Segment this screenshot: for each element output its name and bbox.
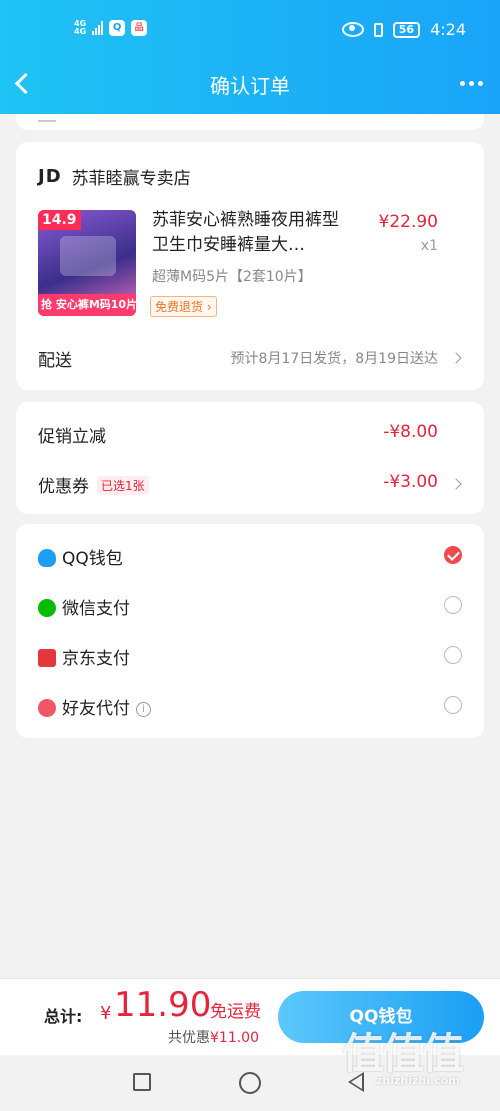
- saved-summary: 共优惠¥11.00: [168, 1027, 259, 1047]
- radio-checked[interactable]: [444, 546, 462, 564]
- promo-amount: -¥8.00: [383, 422, 438, 442]
- coupon-selected-tag: 已选1张: [97, 476, 149, 495]
- product-price: ¥22.90: [378, 212, 438, 232]
- pay-option-wechat[interactable]: 微信支付: [38, 594, 462, 622]
- free-shipping-label: 免运费: [210, 1002, 261, 1022]
- jd-pay-icon: [38, 649, 56, 667]
- shop-header[interactable]: JD 苏菲睦赢专卖店: [38, 164, 191, 189]
- saved-label: 共优惠: [168, 1030, 210, 1046]
- wechat-icon: [38, 599, 56, 617]
- shop-name: 苏菲睦赢专卖店: [71, 169, 191, 189]
- product-spec: 超薄M码5片【2套10片】: [152, 269, 312, 285]
- product-name[interactable]: 苏菲安心裤熟睡夜用裤型卫生巾安睡裤量大…: [152, 208, 352, 258]
- clock: 4:24: [430, 20, 466, 39]
- address-card-bottom[interactable]: [16, 114, 484, 130]
- header-bar: 4G 4G Q 品 56 4:24 确认订单: [0, 0, 500, 114]
- coupon-label: 优惠券: [38, 477, 89, 497]
- nav-bar: 确认订单: [0, 62, 500, 104]
- total-amount: 11.90: [114, 985, 212, 1025]
- status-left: 4G 4G Q 品: [74, 20, 148, 36]
- pdd-app-icon: 品: [131, 20, 148, 36]
- shipping-label: 配送: [38, 351, 72, 371]
- pay-option-label: 好友代付: [62, 699, 130, 719]
- chevron-right-icon: [450, 352, 462, 364]
- radio-unchecked[interactable]: [444, 696, 462, 714]
- jd-logo: JD: [38, 166, 62, 187]
- payment-card: QQ钱包 微信支付 京东支付 好友代付 i: [16, 524, 484, 738]
- shipping-estimate: 预计8月17日发货，8月19日送达: [230, 351, 438, 367]
- thumb-price-badge: 14.9: [38, 210, 81, 230]
- radio-unchecked[interactable]: [444, 646, 462, 664]
- eye-icon: [341, 22, 364, 37]
- qq-app-icon: Q: [109, 20, 126, 36]
- product-thumbnail[interactable]: 14.9 抢 安心裤M码10片: [38, 210, 136, 316]
- shipping-row[interactable]: 配送 预计8月17日发货，8月19日送达: [38, 346, 462, 371]
- page-title: 确认订单: [210, 74, 290, 98]
- pay-option-qq[interactable]: QQ钱包: [38, 544, 462, 572]
- pay-option-jd[interactable]: 京东支付: [38, 644, 462, 672]
- watermark-text: 值值值: [342, 1029, 464, 1078]
- qq-penguin-icon: [38, 549, 56, 567]
- info-icon[interactable]: i: [136, 702, 151, 717]
- order-card: JD 苏菲睦赢专卖店 14.9 抢 安心裤M码10片 苏菲安心裤熟睡夜用裤型卫生…: [16, 142, 484, 390]
- watermark-sub: zhizhizhi.com: [376, 1074, 460, 1087]
- divider: [38, 120, 56, 122]
- pay-option-label: 京东支付: [62, 649, 130, 669]
- total-label: 总计:: [44, 1007, 83, 1026]
- network-indicator: 4G 4G: [74, 20, 86, 36]
- heart-icon: [38, 699, 56, 717]
- status-bar: 4G 4G Q 品 56 4:24: [0, 0, 500, 62]
- pay-option-friend[interactable]: 好友代付 i: [38, 694, 462, 722]
- more-button[interactable]: [456, 70, 486, 96]
- pay-option-label: 微信支付: [62, 599, 130, 619]
- home-button[interactable]: [239, 1072, 261, 1094]
- status-right: 56 4:24: [341, 20, 466, 39]
- promo-label: 促销立减: [38, 427, 106, 447]
- free-return-tag[interactable]: 免费退货 ›: [150, 296, 217, 317]
- saved-amount: ¥11.00: [210, 1030, 259, 1046]
- watermark-logo: 值值值 zhizhizhi.com: [342, 1020, 492, 1090]
- pay-option-label: QQ钱包: [62, 549, 123, 569]
- free-return-label: 免费退货: [155, 300, 204, 314]
- radio-unchecked[interactable]: [444, 596, 462, 614]
- battery-icon: 56: [392, 21, 421, 38]
- coupon-row[interactable]: 优惠券 已选1张 -¥3.00: [38, 472, 462, 500]
- thumb-banner: 抢 安心裤M码10片: [38, 294, 136, 316]
- signal-icon: [92, 21, 104, 35]
- currency-symbol: ¥: [100, 1003, 112, 1024]
- promo-row: 促销立减 -¥8.00: [38, 422, 462, 450]
- recent-apps-button[interactable]: [133, 1073, 151, 1091]
- discount-card: 促销立减 -¥8.00 优惠券 已选1张 -¥3.00: [16, 402, 484, 514]
- product-quantity: x1: [420, 238, 438, 254]
- network-label-2: 4G: [74, 27, 87, 36]
- coupon-amount: -¥3.00: [383, 472, 438, 492]
- vibrate-icon: [373, 22, 383, 37]
- thumb-product-pack: [60, 236, 116, 276]
- chevron-right-icon: [450, 478, 462, 490]
